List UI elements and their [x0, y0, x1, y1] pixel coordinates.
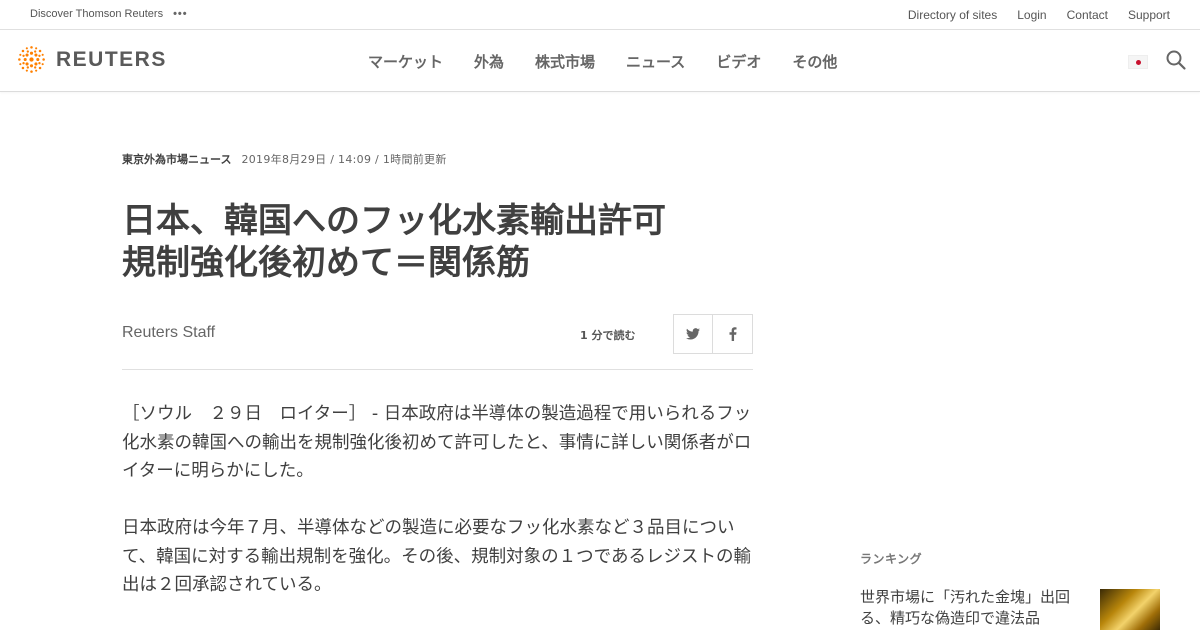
- article-meta: 東京外為市場ニュース 2019年8月29日 / 14:09 / 1時間前更新: [122, 151, 447, 167]
- reuters-logo[interactable]: REUTERS: [15, 43, 167, 76]
- main-nav: マーケット 外為 株式市場 ニュース ビデオ その他: [368, 51, 837, 72]
- reuters-logo-icon: [18, 46, 45, 73]
- main-header: REUTERS マーケット 外為 株式市場 ニュース ビデオ その他: [0, 30, 1200, 92]
- login-link[interactable]: Login: [1017, 8, 1046, 22]
- nav-markets[interactable]: マーケット: [368, 51, 443, 72]
- ranking-story-thumbnail[interactable]: [1100, 589, 1160, 630]
- facebook-share-button[interactable]: [713, 314, 753, 354]
- article-headline: 日本、韓国へのフッ化水素輸出許可 規制強化後初めて＝関係筋: [122, 200, 742, 284]
- ranking-story-link[interactable]: 世界市場に「汚れた金塊」出回る、精巧な偽造印で違法品: [860, 587, 1070, 629]
- ranking-label: ランキング: [860, 552, 923, 566]
- more-dots-icon[interactable]: •••: [173, 8, 188, 20]
- headline-line-2: 規制強化後初めて＝関係筋: [122, 243, 530, 283]
- contact-link[interactable]: Contact: [1067, 8, 1108, 22]
- nav-news[interactable]: ニュース: [626, 51, 685, 72]
- facebook-icon: [729, 327, 736, 341]
- article-date: 2019年8月29日 / 14:09 / 1時間前更新: [241, 153, 447, 166]
- nav-more[interactable]: その他: [792, 51, 837, 72]
- search-icon[interactable]: [1165, 49, 1187, 71]
- read-time: 1 分で読む: [580, 329, 636, 342]
- share-buttons: [673, 314, 753, 354]
- utility-links: Directory of sites Login Contact Support: [908, 8, 1170, 22]
- japan-flag-icon[interactable]: [1128, 55, 1148, 69]
- utility-bar: Discover Thomson Reuters ••• Directory of…: [0, 0, 1200, 30]
- author-byline[interactable]: Reuters Staff: [122, 324, 215, 342]
- discover-menu[interactable]: Discover Thomson Reuters •••: [30, 8, 188, 20]
- twitter-share-button[interactable]: [673, 314, 713, 354]
- nav-forex[interactable]: 外為: [474, 51, 504, 72]
- byline-divider: [122, 369, 753, 370]
- support-link[interactable]: Support: [1128, 8, 1170, 22]
- article-paragraph: ［ソウル ２９日 ロイター］ - 日本政府は半導体の製造過程で用いられるフッ化水…: [122, 404, 752, 481]
- headline-line-1: 日本、韓国へのフッ化水素輸出許可: [122, 201, 666, 241]
- nav-stocks[interactable]: 株式市場: [535, 51, 595, 72]
- discover-label[interactable]: Discover Thomson Reuters: [30, 8, 163, 20]
- directory-link[interactable]: Directory of sites: [908, 8, 997, 22]
- reuters-logo-text: REUTERS: [56, 47, 167, 71]
- article-paragraph: 日本政府は今年７月、半導体などの製造に必要なフッ化水素など３品目について、韓国に…: [122, 518, 751, 595]
- twitter-icon: [686, 328, 700, 340]
- section-label[interactable]: 東京外為市場ニュース: [122, 151, 231, 167]
- nav-video[interactable]: ビデオ: [716, 51, 761, 72]
